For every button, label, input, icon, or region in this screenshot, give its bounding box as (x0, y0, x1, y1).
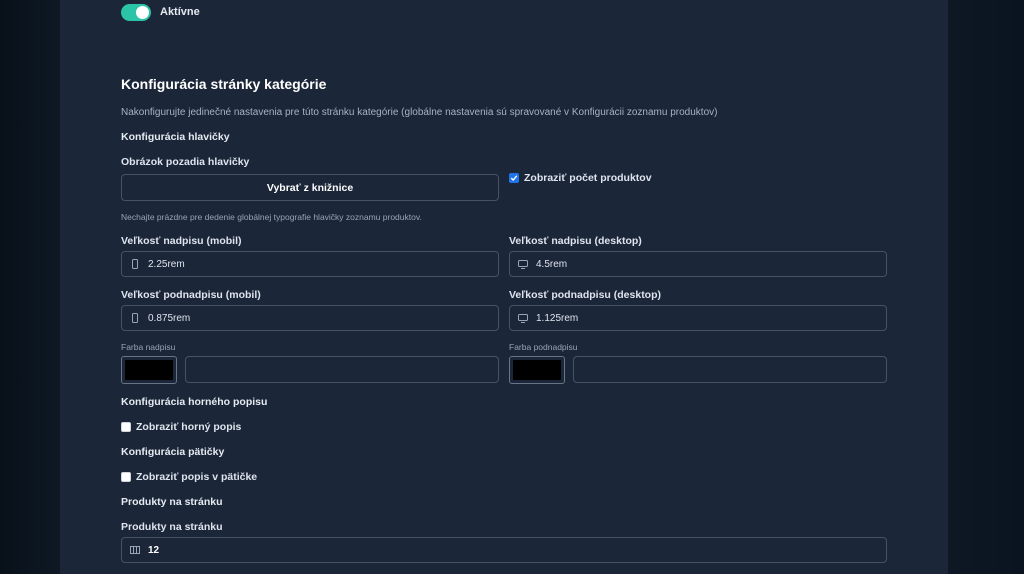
title-size-desktop-input[interactable]: 4.5rem (509, 251, 887, 277)
page-background-right (948, 0, 1024, 574)
footer-config-heading: Konfigurácia pätičky (121, 446, 225, 458)
subtitle-color-label: Farba podnadpisu (509, 342, 578, 352)
subtitle-color-picker[interactable] (509, 356, 565, 384)
toggle-knob (136, 6, 149, 19)
title-color-label: Farba nadpisu (121, 342, 176, 352)
show-top-desc-label: Zobraziť horný popis (136, 421, 242, 433)
title-color-input[interactable] (185, 356, 499, 383)
products-per-page-heading: Produkty na stránku (121, 496, 223, 508)
grid-icon (130, 545, 140, 555)
top-desc-config-heading: Konfigurácia horného popisu (121, 396, 268, 408)
header-config-heading: Konfigurácia hlavičky (121, 131, 230, 143)
show-count-label: Zobraziť počet produktov (524, 172, 652, 184)
subtitle-size-desktop-label: Veľkosť podnadpisu (desktop) (509, 289, 662, 301)
title-color-picker[interactable] (121, 356, 177, 384)
show-footer-desc-label: Zobraziť popis v pätičke (136, 471, 258, 483)
section-description: Nakonfigurujte jedinečné nastavenia pre … (121, 107, 718, 118)
mobile-icon (130, 259, 140, 269)
subtitle-size-mobile-value: 0.875rem (148, 312, 191, 324)
subtitle-color-input[interactable] (573, 356, 887, 383)
choose-from-library-button[interactable]: Vybrať z knižnice (121, 174, 499, 201)
title-size-desktop-label: Veľkosť nadpisu (desktop) (509, 235, 642, 247)
show-count-checkbox[interactable] (509, 173, 519, 183)
subtitle-size-desktop-input[interactable]: 1.125rem (509, 305, 887, 331)
products-per-page-label: Produkty na stránku (121, 521, 223, 533)
page-background-left (0, 0, 60, 574)
check-icon (510, 175, 518, 182)
products-per-page-value: 12 (148, 544, 160, 556)
subtitle-size-mobile-label: Veľkosť podnadpisu (mobil) (121, 289, 261, 301)
title-size-desktop-value: 4.5rem (536, 258, 568, 270)
section-title: Konfigurácia stránky kategórie (121, 76, 327, 92)
typography-hint: Nechajte prázdne pre dedenie globálnej t… (121, 212, 422, 222)
title-size-mobile-value: 2.25rem (148, 258, 185, 270)
subtitle-size-mobile-input[interactable]: 0.875rem (121, 305, 499, 331)
title-color-swatch (125, 360, 173, 380)
title-size-mobile-label: Veľkosť nadpisu (mobil) (121, 235, 242, 247)
desktop-icon (518, 259, 528, 269)
active-toggle[interactable] (121, 4, 151, 21)
subtitle-size-desktop-value: 1.125rem (536, 312, 579, 324)
active-toggle-label: Aktívne (160, 6, 200, 18)
show-footer-desc-checkbox[interactable] (121, 472, 131, 482)
title-size-mobile-input[interactable]: 2.25rem (121, 251, 499, 277)
show-top-desc-checkbox[interactable] (121, 422, 131, 432)
mobile-icon (130, 313, 140, 323)
desktop-icon (518, 313, 528, 323)
products-per-page-input[interactable]: 12 (121, 537, 887, 563)
subtitle-color-swatch (513, 360, 561, 380)
bg-image-label: Obrázok pozadia hlavičky (121, 156, 250, 168)
